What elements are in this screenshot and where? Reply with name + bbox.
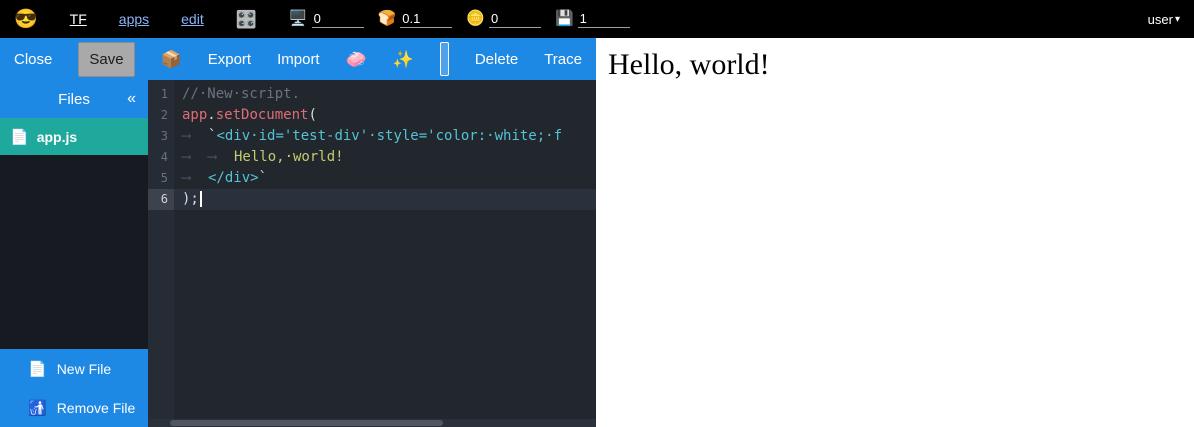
horizontal-scrollbar-thumb[interactable] <box>170 420 443 426</box>
coin-icon: 🪙 <box>466 10 485 28</box>
topbar: 😎 TF apps edit 🎛️ 🖥️ 0 🍞 0.1 🪙 0 💾 1 <box>0 0 1194 38</box>
line-number: 3 <box>148 126 174 147</box>
user-menu[interactable]: user ▾ <box>1148 12 1180 27</box>
monitor-icon: 🖥️ <box>289 10 308 28</box>
line-content: app.setDocument( <box>174 105 317 126</box>
line-number: 2 <box>148 105 174 126</box>
file-name: app.js <box>37 129 77 145</box>
remove-file-button[interactable]: 🚮 Remove File <box>0 388 148 427</box>
horizontal-scrollbar[interactable] <box>148 419 596 427</box>
files-sidebar: Files « 📄 app.js 📄 New File 🚮 Remove <box>0 80 148 427</box>
bread-icon: 🍞 <box>378 10 397 28</box>
app-preview: Hello, world! <box>596 38 1194 427</box>
stats-group: 🖥️ 0 🍞 0.1 🪙 0 💾 1 <box>289 10 630 28</box>
line-number: 6 <box>148 189 174 210</box>
cpu-value-field[interactable]: 0 <box>312 11 364 28</box>
code-lines: 1//·New·script.2app.setDocument(3⟶`<div·… <box>148 84 596 210</box>
caret-down-icon: ▾ <box>1175 14 1180 25</box>
line-number: 1 <box>148 84 174 105</box>
files-header: Files « <box>0 80 148 118</box>
preview-output-text: Hello, world! <box>608 48 1182 83</box>
line-content: ); <box>174 189 202 210</box>
text-cursor <box>200 191 202 207</box>
stat-cpu: 🖥️ 0 <box>289 10 364 28</box>
editor-pane: Close Save 📦 Export Import 🧼 ✨ Delete Tr… <box>0 38 596 427</box>
code-line[interactable]: 4⟶⟶Hello,·world! <box>148 147 596 168</box>
control-panel-icon[interactable]: 🎛️ <box>236 11 257 28</box>
nav-link-apps[interactable]: apps <box>119 11 149 27</box>
soap-icon[interactable]: 🧼 <box>346 51 367 68</box>
nav-link-edit[interactable]: edit <box>181 11 204 27</box>
line-content: ⟶⟶Hello,·world! <box>174 147 344 168</box>
file-icon: 📄 <box>10 128 29 146</box>
code-line[interactable]: 3⟶`<div·id='test-div'·style='color:·whit… <box>148 126 596 147</box>
user-menu-label: user <box>1148 12 1173 27</box>
workspace: Files « 📄 app.js 📄 New File 🚮 Remove <box>0 80 596 427</box>
line-content: ⟶</div>` <box>174 168 267 189</box>
stat-coin: 🪙 0 <box>466 10 541 28</box>
stat-bread: 🍞 0.1 <box>378 10 453 28</box>
floppy-icon: 💾 <box>555 10 574 28</box>
code-line[interactable]: 1//·New·script. <box>148 84 596 105</box>
nav-link-tf[interactable]: TF <box>70 11 87 27</box>
coin-value-field[interactable]: 0 <box>489 11 541 28</box>
code-editor[interactable]: 1//·New·script.2app.setDocument(3⟶`<div·… <box>148 80 596 427</box>
file-list-empty-area <box>0 155 148 349</box>
stat-storage: 💾 1 <box>555 10 630 28</box>
code-line[interactable]: 6); <box>148 189 596 210</box>
bread-value-field[interactable]: 0.1 <box>400 11 452 28</box>
empty-button[interactable] <box>440 42 449 76</box>
smiley-logo-icon: 😎 <box>14 10 38 29</box>
delete-button[interactable]: Delete <box>475 52 518 67</box>
editor-toolbar: Close Save 📦 Export Import 🧼 ✨ Delete Tr… <box>0 38 596 80</box>
app-window: 😎 TF apps edit 🎛️ 🖥️ 0 🍞 0.1 🪙 0 💾 1 <box>0 0 1194 427</box>
code-line[interactable]: 5⟶</div>` <box>148 168 596 189</box>
remove-file-icon: 🚮 <box>28 399 47 417</box>
import-button[interactable]: Import <box>277 52 320 67</box>
package-icon[interactable]: 📦 <box>161 51 182 68</box>
code-line[interactable]: 2app.setDocument( <box>148 105 596 126</box>
export-button[interactable]: Export <box>208 52 251 67</box>
line-content: //·New·script. <box>174 84 300 105</box>
line-number: 4 <box>148 147 174 168</box>
close-button[interactable]: Close <box>14 52 52 67</box>
new-file-label: New File <box>57 361 111 377</box>
main-content: Close Save 📦 Export Import 🧼 ✨ Delete Tr… <box>0 38 1194 427</box>
storage-value-field[interactable]: 1 <box>578 11 630 28</box>
file-item-appjs[interactable]: 📄 app.js <box>0 118 148 155</box>
save-button[interactable]: Save <box>78 42 134 77</box>
trace-button[interactable]: Trace <box>544 52 582 67</box>
files-title: Files <box>58 91 90 108</box>
remove-file-label: Remove File <box>57 400 136 416</box>
line-content: ⟶`<div·id='test-div'·style='color:·white… <box>174 126 562 147</box>
sparkles-icon[interactable]: ✨ <box>393 51 414 68</box>
collapse-sidebar-icon[interactable]: « <box>127 90 136 108</box>
line-number: 5 <box>148 168 174 189</box>
new-file-icon: 📄 <box>28 360 47 378</box>
new-file-button[interactable]: 📄 New File <box>0 349 148 388</box>
